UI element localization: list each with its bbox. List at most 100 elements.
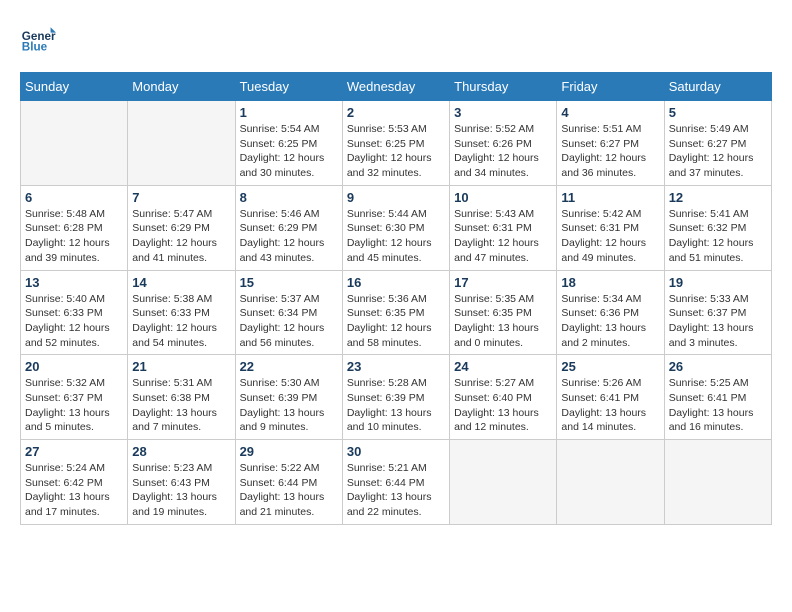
day-info: Sunrise: 5:48 AM Sunset: 6:28 PM Dayligh… bbox=[25, 207, 123, 266]
day-number: 15 bbox=[240, 275, 338, 290]
day-cell: 24 Sunrise: 5:27 AM Sunset: 6:40 PM Dayli… bbox=[450, 355, 557, 440]
weekday-header-wednesday: Wednesday bbox=[342, 73, 449, 101]
day-number: 21 bbox=[132, 359, 230, 374]
day-info: Sunrise: 5:52 AM Sunset: 6:26 PM Dayligh… bbox=[454, 122, 552, 181]
day-cell: 6 Sunrise: 5:48 AM Sunset: 6:28 PM Daylig… bbox=[21, 185, 128, 270]
day-cell: 18 Sunrise: 5:34 AM Sunset: 6:36 PM Dayli… bbox=[557, 270, 664, 355]
day-cell: 21 Sunrise: 5:31 AM Sunset: 6:38 PM Dayli… bbox=[128, 355, 235, 440]
day-cell: 22 Sunrise: 5:30 AM Sunset: 6:39 PM Dayli… bbox=[235, 355, 342, 440]
day-number: 27 bbox=[25, 444, 123, 459]
day-number: 22 bbox=[240, 359, 338, 374]
day-info: Sunrise: 5:53 AM Sunset: 6:25 PM Dayligh… bbox=[347, 122, 445, 181]
day-number: 5 bbox=[669, 105, 767, 120]
day-info: Sunrise: 5:30 AM Sunset: 6:39 PM Dayligh… bbox=[240, 376, 338, 435]
day-info: Sunrise: 5:35 AM Sunset: 6:35 PM Dayligh… bbox=[454, 292, 552, 351]
day-number: 18 bbox=[561, 275, 659, 290]
weekday-header-sunday: Sunday bbox=[21, 73, 128, 101]
day-info: Sunrise: 5:25 AM Sunset: 6:41 PM Dayligh… bbox=[669, 376, 767, 435]
day-cell bbox=[664, 440, 771, 525]
day-cell: 12Sunrise: 5:41 AM Sunset: 6:32 PM Dayli… bbox=[664, 185, 771, 270]
day-info: Sunrise: 5:49 AM Sunset: 6:27 PM Dayligh… bbox=[669, 122, 767, 181]
day-cell bbox=[450, 440, 557, 525]
day-info: Sunrise: 5:41 AM Sunset: 6:32 PM Dayligh… bbox=[669, 207, 767, 266]
week-row-1: 1Sunrise: 5:54 AM Sunset: 6:25 PM Daylig… bbox=[21, 101, 772, 186]
day-cell bbox=[128, 101, 235, 186]
day-cell bbox=[21, 101, 128, 186]
day-number: 26 bbox=[669, 359, 767, 374]
day-info: Sunrise: 5:46 AM Sunset: 6:29 PM Dayligh… bbox=[240, 207, 338, 266]
weekday-header-thursday: Thursday bbox=[450, 73, 557, 101]
day-number: 28 bbox=[132, 444, 230, 459]
day-cell bbox=[557, 440, 664, 525]
day-number: 11 bbox=[561, 190, 659, 205]
day-number: 7 bbox=[132, 190, 230, 205]
day-cell: 7 Sunrise: 5:47 AM Sunset: 6:29 PM Daylig… bbox=[128, 185, 235, 270]
day-cell: 28Sunrise: 5:23 AM Sunset: 6:43 PM Dayli… bbox=[128, 440, 235, 525]
day-info: Sunrise: 5:33 AM Sunset: 6:37 PM Dayligh… bbox=[669, 292, 767, 351]
day-info: Sunrise: 5:42 AM Sunset: 6:31 PM Dayligh… bbox=[561, 207, 659, 266]
day-cell: 20Sunrise: 5:32 AM Sunset: 6:37 PM Dayli… bbox=[21, 355, 128, 440]
day-cell: 3 Sunrise: 5:52 AM Sunset: 6:26 PM Daylig… bbox=[450, 101, 557, 186]
day-number: 23 bbox=[347, 359, 445, 374]
day-info: Sunrise: 5:32 AM Sunset: 6:37 PM Dayligh… bbox=[25, 376, 123, 435]
day-info: Sunrise: 5:47 AM Sunset: 6:29 PM Dayligh… bbox=[132, 207, 230, 266]
day-number: 25 bbox=[561, 359, 659, 374]
day-cell: 5 Sunrise: 5:49 AM Sunset: 6:27 PM Daylig… bbox=[664, 101, 771, 186]
day-cell: 29 Sunrise: 5:22 AM Sunset: 6:44 PM Dayli… bbox=[235, 440, 342, 525]
header: General Blue bbox=[20, 20, 772, 56]
day-cell: 15 Sunrise: 5:37 AM Sunset: 6:34 PM Dayli… bbox=[235, 270, 342, 355]
day-number: 17 bbox=[454, 275, 552, 290]
day-info: Sunrise: 5:44 AM Sunset: 6:30 PM Dayligh… bbox=[347, 207, 445, 266]
day-number: 19 bbox=[669, 275, 767, 290]
day-info: Sunrise: 5:34 AM Sunset: 6:36 PM Dayligh… bbox=[561, 292, 659, 351]
day-cell: 16 Sunrise: 5:36 AM Sunset: 6:35 PM Dayli… bbox=[342, 270, 449, 355]
calendar-table: SundayMondayTuesdayWednesdayThursdayFrid… bbox=[20, 72, 772, 525]
weekday-header-tuesday: Tuesday bbox=[235, 73, 342, 101]
day-cell: 26 Sunrise: 5:25 AM Sunset: 6:41 PM Dayli… bbox=[664, 355, 771, 440]
day-cell: 10Sunrise: 5:43 AM Sunset: 6:31 PM Dayli… bbox=[450, 185, 557, 270]
day-info: Sunrise: 5:38 AM Sunset: 6:33 PM Dayligh… bbox=[132, 292, 230, 351]
logo-icon: General Blue bbox=[20, 20, 56, 56]
day-number: 14 bbox=[132, 275, 230, 290]
day-number: 16 bbox=[347, 275, 445, 290]
day-info: Sunrise: 5:24 AM Sunset: 6:42 PM Dayligh… bbox=[25, 461, 123, 520]
day-number: 30 bbox=[347, 444, 445, 459]
day-cell: 27 Sunrise: 5:24 AM Sunset: 6:42 PM Dayli… bbox=[21, 440, 128, 525]
day-number: 2 bbox=[347, 105, 445, 120]
day-info: Sunrise: 5:43 AM Sunset: 6:31 PM Dayligh… bbox=[454, 207, 552, 266]
day-number: 8 bbox=[240, 190, 338, 205]
day-cell: 25Sunrise: 5:26 AM Sunset: 6:41 PM Dayli… bbox=[557, 355, 664, 440]
day-cell: 1Sunrise: 5:54 AM Sunset: 6:25 PM Daylig… bbox=[235, 101, 342, 186]
day-cell: 19 Sunrise: 5:33 AM Sunset: 6:37 PM Dayli… bbox=[664, 270, 771, 355]
day-cell: 9 Sunrise: 5:44 AM Sunset: 6:30 PM Daylig… bbox=[342, 185, 449, 270]
day-info: Sunrise: 5:21 AM Sunset: 6:44 PM Dayligh… bbox=[347, 461, 445, 520]
day-cell: 8 Sunrise: 5:46 AM Sunset: 6:29 PM Daylig… bbox=[235, 185, 342, 270]
week-row-2: 6 Sunrise: 5:48 AM Sunset: 6:28 PM Daylig… bbox=[21, 185, 772, 270]
day-info: Sunrise: 5:37 AM Sunset: 6:34 PM Dayligh… bbox=[240, 292, 338, 351]
weekday-header-friday: Friday bbox=[557, 73, 664, 101]
day-number: 29 bbox=[240, 444, 338, 459]
day-number: 3 bbox=[454, 105, 552, 120]
day-info: Sunrise: 5:36 AM Sunset: 6:35 PM Dayligh… bbox=[347, 292, 445, 351]
day-cell: 4Sunrise: 5:51 AM Sunset: 6:27 PM Daylig… bbox=[557, 101, 664, 186]
day-info: Sunrise: 5:27 AM Sunset: 6:40 PM Dayligh… bbox=[454, 376, 552, 435]
day-info: Sunrise: 5:40 AM Sunset: 6:33 PM Dayligh… bbox=[25, 292, 123, 351]
day-cell: 14 Sunrise: 5:38 AM Sunset: 6:33 PM Dayli… bbox=[128, 270, 235, 355]
day-info: Sunrise: 5:28 AM Sunset: 6:39 PM Dayligh… bbox=[347, 376, 445, 435]
week-row-3: 13 Sunrise: 5:40 AM Sunset: 6:33 PM Dayli… bbox=[21, 270, 772, 355]
day-number: 13 bbox=[25, 275, 123, 290]
weekday-header-saturday: Saturday bbox=[664, 73, 771, 101]
day-cell: 13 Sunrise: 5:40 AM Sunset: 6:33 PM Dayli… bbox=[21, 270, 128, 355]
day-cell: 30 Sunrise: 5:21 AM Sunset: 6:44 PM Dayli… bbox=[342, 440, 449, 525]
day-cell: 17 Sunrise: 5:35 AM Sunset: 6:35 PM Dayli… bbox=[450, 270, 557, 355]
day-number: 24 bbox=[454, 359, 552, 374]
day-number: 6 bbox=[25, 190, 123, 205]
svg-text:Blue: Blue bbox=[22, 41, 48, 54]
day-info: Sunrise: 5:22 AM Sunset: 6:44 PM Dayligh… bbox=[240, 461, 338, 520]
day-info: Sunrise: 5:54 AM Sunset: 6:25 PM Dayligh… bbox=[240, 122, 338, 181]
week-row-4: 20Sunrise: 5:32 AM Sunset: 6:37 PM Dayli… bbox=[21, 355, 772, 440]
day-cell: 11 Sunrise: 5:42 AM Sunset: 6:31 PM Dayli… bbox=[557, 185, 664, 270]
day-number: 9 bbox=[347, 190, 445, 205]
day-cell: 2 Sunrise: 5:53 AM Sunset: 6:25 PM Daylig… bbox=[342, 101, 449, 186]
day-info: Sunrise: 5:31 AM Sunset: 6:38 PM Dayligh… bbox=[132, 376, 230, 435]
